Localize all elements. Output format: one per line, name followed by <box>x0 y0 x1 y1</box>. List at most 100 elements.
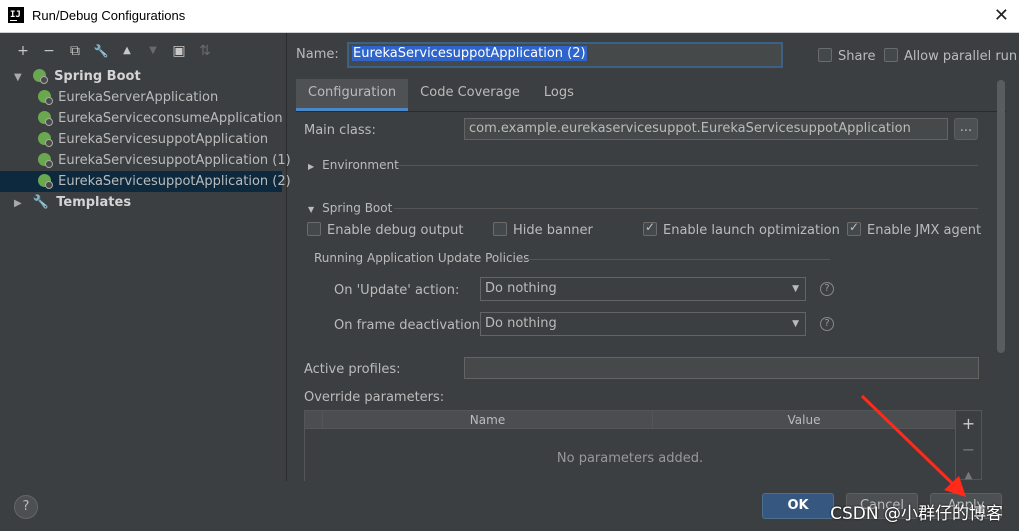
enable-debug-checkbox[interactable]: Enable debug output <box>307 222 463 238</box>
tab-code-coverage[interactable]: Code Coverage <box>408 79 532 111</box>
override-parameters-table: Name Value No parameters added. <box>304 410 956 490</box>
tree-item-label: EurekaServicesuppotApplication (2) <box>58 174 291 189</box>
spring-boot-icon <box>32 69 48 84</box>
tab-logs[interactable]: Logs <box>532 79 586 111</box>
add-icon[interactable]: + <box>956 411 981 437</box>
config-tree: ▼ Spring Boot EurekaServerApplication Eu… <box>0 66 291 213</box>
tree-item-eureka-suppot-1[interactable]: EurekaServicesuppotApplication (1) <box>14 150 291 171</box>
spring-boot-icon <box>38 132 53 147</box>
hide-banner-label: Hide banner <box>513 223 593 238</box>
environment-section[interactable]: ▶ Environment <box>308 158 399 172</box>
remove-icon[interactable]: − <box>36 41 62 61</box>
column-value-header[interactable]: Value <box>653 411 955 428</box>
tree-item-eureka-suppot-2[interactable]: EurekaServicesuppotApplication (2) <box>0 171 291 192</box>
intellij-icon: IJ <box>8 7 24 23</box>
tree-item-eureka-consume[interactable]: EurekaServiceconsumeApplication <box>14 108 283 129</box>
move-down-icon[interactable]: ▼ <box>140 41 166 61</box>
active-profiles-label: Active profiles: <box>304 362 401 377</box>
tab-configuration[interactable]: Configuration <box>296 79 409 111</box>
checkbox-checked-icon <box>643 220 657 236</box>
active-profiles-input[interactable] <box>464 357 979 379</box>
launch-optimization-label: Enable launch optimization <box>663 223 840 238</box>
collapse-arrow-icon: ▶ <box>308 162 315 171</box>
tree-item-eureka-server[interactable]: EurekaServerApplication <box>14 87 282 108</box>
copy-icon[interactable]: ⧉ <box>62 41 88 61</box>
checkbox-icon <box>818 48 832 62</box>
config-editor-panel: Name: EurekaServicesuppotApplication (2)… <box>288 33 1019 490</box>
table-side-toolbar: + − ▲ <box>956 410 982 481</box>
parallel-label: Allow parallel run <box>904 49 1018 64</box>
spring-boot-section[interactable]: ▼ Spring Boot <box>308 201 392 215</box>
hide-banner-checkbox[interactable]: Hide banner <box>493 222 593 238</box>
tree-item-label: EurekaServicesuppotApplication (1) <box>58 153 291 168</box>
tree-item-label: EurekaServiceconsumeApplication <box>58 111 283 126</box>
remove-icon[interactable]: − <box>956 437 981 463</box>
checkbox-checked-icon <box>847 220 861 236</box>
enable-debug-label: Enable debug output <box>327 223 464 238</box>
divider <box>518 259 830 260</box>
folder-icon[interactable]: ▣ <box>166 41 192 61</box>
empty-table-text: No parameters added. <box>556 451 704 466</box>
on-frame-select[interactable]: Do nothing ▼ <box>480 312 806 336</box>
collapse-arrow-icon[interactable]: ▶ <box>14 193 28 214</box>
chevron-down-icon: ▼ <box>792 284 799 294</box>
spring-boot-section-label: Spring Boot <box>322 201 393 215</box>
main-class-label: Main class: <box>304 123 376 138</box>
move-up-icon[interactable]: ▲ <box>114 41 140 61</box>
help-icon[interactable]: ? <box>820 317 834 331</box>
name-input[interactable]: EurekaServicesuppotApplication (2) <box>347 42 783 68</box>
checkbox-icon <box>307 222 321 236</box>
tree-node-templates[interactable]: ▶ 🔧 Templates <box>14 192 282 213</box>
jmx-agent-label: Enable JMX agent <box>867 223 982 238</box>
expand-arrow-icon[interactable]: ▼ <box>14 67 28 88</box>
tree-node-label: Templates <box>56 195 132 210</box>
spring-boot-icon <box>38 111 53 126</box>
tree-node-spring-boot[interactable]: ▼ Spring Boot <box>14 66 282 87</box>
jmx-agent-checkbox[interactable]: Enable JMX agent <box>847 220 982 238</box>
window-title: Run/Debug Configurations <box>32 8 186 23</box>
add-icon[interactable]: + <box>10 41 36 61</box>
tab-bar: Configuration Code Coverage Logs <box>296 79 586 111</box>
help-icon[interactable]: ? <box>820 282 834 296</box>
main-class-input[interactable]: com.example.eurekaservicesuppot.EurekaSe… <box>464 118 948 140</box>
on-update-label: On 'Update' action: <box>334 283 460 298</box>
dialog-button-bar: ? OK Cancel Apply CSDN @小群仔的博客 <box>0 481 1019 531</box>
share-label: Share <box>838 49 876 64</box>
chevron-down-icon: ▼ <box>792 319 799 329</box>
spring-boot-icon <box>38 90 53 105</box>
tree-item-label: EurekaServicesuppotApplication <box>58 132 269 147</box>
wrench-icon[interactable]: 🔧 <box>88 41 114 61</box>
divider <box>396 165 978 166</box>
spring-boot-icon <box>38 153 53 168</box>
checkbox-icon <box>493 222 507 236</box>
tree-item-eureka-suppot[interactable]: EurekaServicesuppotApplication <box>14 129 282 150</box>
allow-parallel-checkbox[interactable]: Allow parallel run <box>884 48 1017 64</box>
ok-button[interactable]: OK <box>762 493 834 519</box>
vertical-scrollbar[interactable] <box>997 80 1005 353</box>
browse-main-class-button[interactable]: ... <box>954 118 978 140</box>
on-frame-value: Do nothing <box>485 316 557 331</box>
table-header-spacer <box>305 411 323 428</box>
name-label: Name: <box>296 47 339 62</box>
help-button[interactable]: ? <box>14 495 38 519</box>
sort-icon[interactable]: ⇅ <box>192 41 218 61</box>
share-checkbox[interactable]: Share <box>818 48 876 64</box>
close-icon[interactable]: ✕ <box>994 5 1009 26</box>
tree-item-label: EurekaServerApplication <box>58 90 219 105</box>
launch-optimization-checkbox[interactable]: Enable launch optimization <box>643 220 840 238</box>
environment-label: Environment <box>322 158 399 172</box>
watermark-text: CSDN @小群仔的博客 <box>830 504 1003 524</box>
table-header: Name Value <box>305 411 955 429</box>
divider <box>394 208 978 209</box>
name-value: EurekaServicesuppotApplication (2) <box>352 46 587 61</box>
wrench-icon: 🔧 <box>32 195 49 210</box>
on-update-select[interactable]: Do nothing ▼ <box>480 277 806 301</box>
checkbox-icon <box>884 48 898 62</box>
update-policies-heading: Running Application Update Policies <box>314 251 530 265</box>
config-tree-panel: + − ⧉ 🔧 ▲ ▼ ▣ ⇅ ▼ Spring Boot EurekaServ… <box>0 33 291 481</box>
column-name-header[interactable]: Name <box>323 411 653 428</box>
expand-arrow-icon: ▼ <box>308 205 315 214</box>
on-update-value: Do nothing <box>485 281 557 296</box>
tree-toolbar: + − ⧉ 🔧 ▲ ▼ ▣ ⇅ <box>10 41 218 61</box>
tree-node-label: Spring Boot <box>54 69 141 84</box>
